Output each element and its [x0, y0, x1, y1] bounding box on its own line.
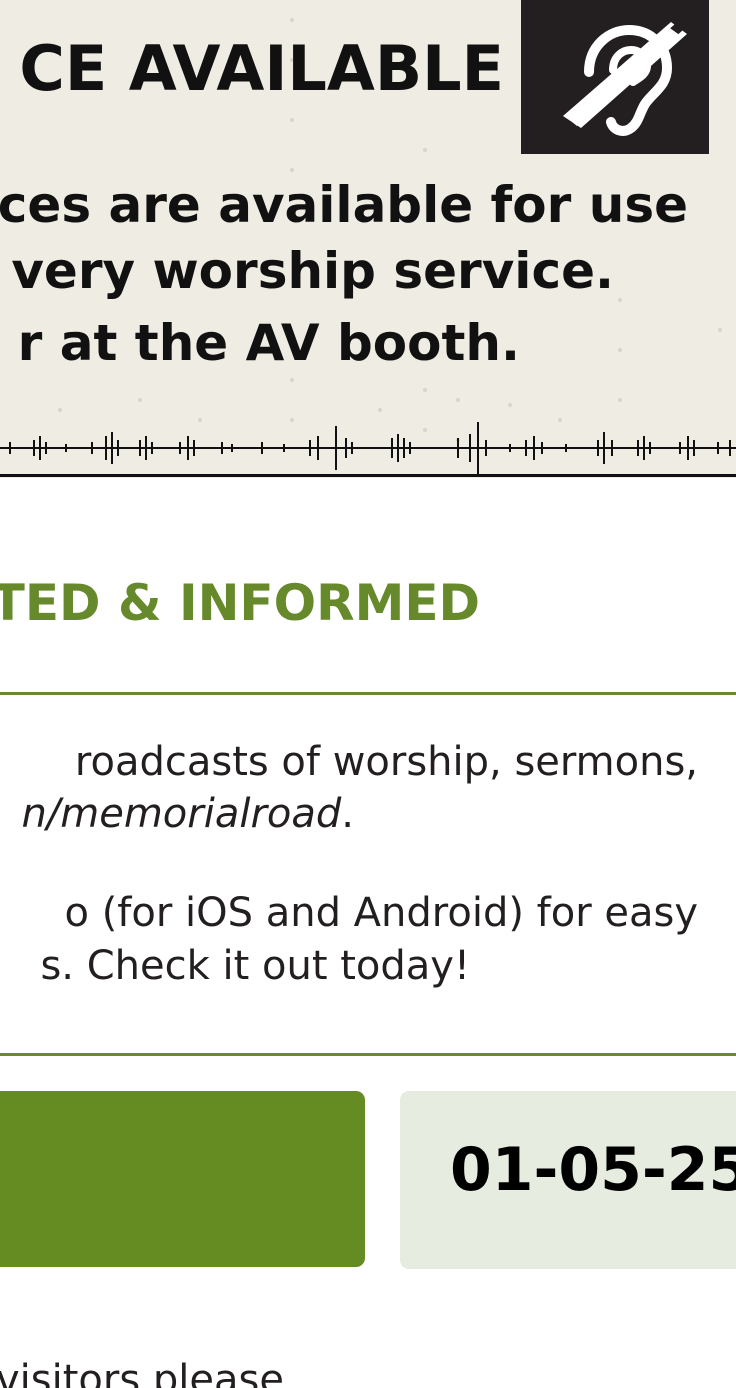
app-text-line-2: s. Check it out today!: [40, 943, 470, 989]
section-divider-top: [0, 692, 736, 695]
green-label-box: [0, 1091, 365, 1267]
visitors-text: visitors please: [0, 1357, 284, 1388]
bulletin-date: 01-05-25: [450, 1135, 736, 1205]
sound-waveform: [0, 422, 736, 474]
broadcasts-text-line-1: roadcasts of worship, sermons,: [74, 739, 698, 785]
broadcast-link-period: .: [341, 791, 354, 837]
banner-line-1: ces are available for use: [0, 176, 688, 234]
banner-title: CE AVAILABLE: [19, 32, 504, 105]
app-text-line-1: o (for iOS and Android) for easy: [64, 890, 699, 936]
banner-bottom-rule: [0, 474, 736, 477]
broadcast-link[interactable]: n/memorialroad: [21, 791, 341, 837]
bulletin-page: CE AVAILABLE ces are available for use v…: [0, 0, 736, 1388]
hearing-assistance-banner: CE AVAILABLE ces are available for use v…: [0, 0, 736, 478]
section-divider-bottom: [0, 1053, 736, 1056]
hearing-assistance-icon: [521, 0, 709, 154]
broadcasts-text-line-2: n/memorialroad.: [21, 794, 354, 834]
banner-line-2: very worship service.: [11, 242, 614, 300]
banner-line-3: r at the AV booth.: [17, 314, 520, 372]
section-heading: TED & INFORMED: [0, 574, 480, 632]
